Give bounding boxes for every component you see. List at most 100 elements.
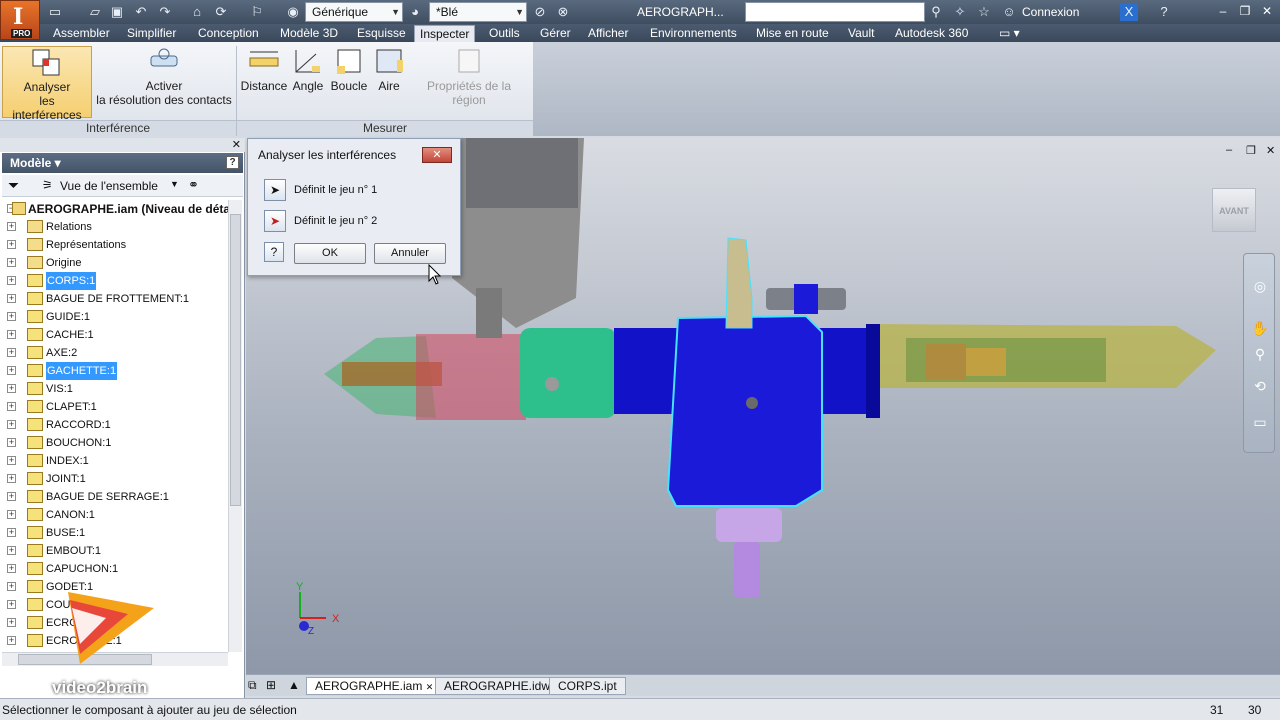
expand-icon[interactable]: + <box>7 366 16 375</box>
restore-icon[interactable]: ❐ <box>1236 3 1254 19</box>
tab-simplifier[interactable]: Simplifier <box>122 25 181 42</box>
subscription-icon[interactable]: ✧ <box>951 3 969 21</box>
expand-icon[interactable]: + <box>7 312 16 321</box>
tab-outils[interactable]: Outils <box>484 25 525 42</box>
tree-item[interactable]: + CAPUCHON:1 <box>2 560 228 578</box>
expand-icon[interactable]: + <box>7 402 16 411</box>
tree-item[interactable]: + CACHE:1 <box>2 326 228 344</box>
ribbon-display-toggle-icon[interactable]: ▭ ▾ <box>994 25 1025 42</box>
undo-icon[interactable]: ↶ <box>132 3 150 21</box>
view-mode-select[interactable]: Vue de l'ensemble <box>60 179 158 193</box>
expand-icon[interactable]: + <box>7 564 16 573</box>
close-icon[interactable]: ✕ <box>426 682 434 692</box>
tree-item[interactable]: + CORPS:1 <box>2 272 228 290</box>
expand-icon[interactable]: + <box>7 618 16 627</box>
cascade-windows-icon[interactable]: ⧉ <box>248 678 257 693</box>
steering-wheel-icon[interactable]: ◎ <box>1250 276 1270 296</box>
expand-icon[interactable]: + <box>7 546 16 555</box>
tree-item[interactable]: + CANON:1 <box>2 506 228 524</box>
angle-button[interactable]: Angle <box>290 46 326 106</box>
doc-tab-aerographe-iam[interactable]: AEROGRAPHE.iam ✕ <box>306 677 443 695</box>
expand-icon[interactable]: + <box>7 420 16 429</box>
expand-icon[interactable]: + <box>7 258 16 267</box>
select-set1-button[interactable]: ➤ <box>264 179 286 201</box>
star-icon[interactable]: ☆ <box>975 3 993 21</box>
loop-button[interactable]: Boucle <box>328 46 370 106</box>
ok-button[interactable]: OK <box>294 243 366 264</box>
gachette-housing[interactable] <box>666 314 823 507</box>
look-at-icon[interactable]: ▭ <box>1250 412 1270 432</box>
tree-item[interactable]: + VIS:1 <box>2 380 228 398</box>
restore-icon[interactable]: ❐ <box>1246 144 1256 157</box>
close-icon[interactable]: ✕ <box>1266 144 1275 157</box>
binoculars-icon[interactable]: ⚭ <box>188 177 199 193</box>
tree-item[interactable]: + CLAPET:1 <box>2 398 228 416</box>
tree-item[interactable]: + Origine <box>2 254 228 272</box>
minimize-icon[interactable]: – <box>1214 3 1232 19</box>
tree-item[interactable]: + BAGUE DE FROTTEMENT:1 <box>2 290 228 308</box>
expand-icon[interactable]: + <box>7 510 16 519</box>
expand-icon[interactable]: + <box>7 330 16 339</box>
tree-item[interactable]: + JOINT:1 <box>2 470 228 488</box>
tree-item[interactable]: + AXE:2 <box>2 344 228 362</box>
clear-appearance-icon[interactable]: ⊘ <box>531 3 549 21</box>
tab-inspecter[interactable]: Inspecter <box>414 25 476 42</box>
tree-item[interactable]: + EMBOUT:1 <box>2 542 228 560</box>
tree-item[interactable]: + INDEX:1 <box>2 452 228 470</box>
tab-esquisse[interactable]: Esquisse <box>352 25 411 42</box>
application-menu-button[interactable]: I PRO <box>0 0 40 40</box>
tree-item[interactable]: + Représentations <box>2 236 228 254</box>
expand-icon[interactable]: + <box>7 294 16 303</box>
scroll-thumb[interactable] <box>230 214 241 506</box>
minimize-icon[interactable]: – <box>1226 144 1232 156</box>
pan-icon[interactable]: ✋ <box>1250 318 1270 338</box>
doc-tab-aerographe-idw[interactable]: AEROGRAPHE.idw <box>435 677 560 695</box>
material-combo[interactable]: *Blé ▼ <box>429 2 527 22</box>
browser-vertical-scrollbar[interactable] <box>228 200 242 652</box>
style-combo[interactable]: Générique ▼ <box>305 2 403 22</box>
tree-item[interactable]: + BAGUE DE SERRAGE:1 <box>2 488 228 506</box>
expand-icon[interactable]: + <box>7 240 16 249</box>
tree-item[interactable]: + BUSE:1 <box>2 524 228 542</box>
dialog-close-button[interactable]: ✕ <box>422 147 452 163</box>
binoculars-icon[interactable]: ⚲ <box>927 3 945 21</box>
tree-item[interactable]: + GUIDE:1 <box>2 308 228 326</box>
exchange-apps-icon[interactable]: X <box>1120 3 1138 21</box>
gachette-part[interactable] <box>725 237 753 329</box>
tab-afficher[interactable]: Afficher <box>583 25 633 42</box>
analyze-interference-button[interactable]: Analyser les interférences <box>2 46 92 122</box>
activate-contact-solver-button[interactable]: Activer la résolution des contacts <box>96 46 232 118</box>
expand-icon[interactable]: + <box>7 582 16 591</box>
expand-icon[interactable]: + <box>7 384 16 393</box>
appearance-icon[interactable]: ◉ <box>284 3 302 21</box>
browser-header[interactable]: Modèle ▾ ? <box>2 153 243 173</box>
color-wheel-icon[interactable]: ◕ <box>406 3 424 21</box>
login-link[interactable]: Connexion <box>1022 5 1079 19</box>
help-icon[interactable]: ? <box>1155 3 1173 21</box>
area-button[interactable]: Aire <box>370 46 408 106</box>
tree-item[interactable]: + Relations <box>2 218 228 236</box>
tab-conception[interactable]: Conception <box>193 25 264 42</box>
orbit-icon[interactable]: ⟲ <box>1250 376 1270 396</box>
select-filter-icon[interactable]: ⚐ <box>248 3 266 21</box>
expand-icon[interactable]: + <box>7 474 16 483</box>
dialog-help-button[interactable]: ? <box>264 242 284 262</box>
expand-icon[interactable]: + <box>7 528 16 537</box>
tab-environnements[interactable]: Environnements <box>645 25 742 42</box>
tab-modele-3d[interactable]: Modèle 3D <box>275 25 343 42</box>
open-file-icon[interactable]: ▱ <box>86 3 104 21</box>
chevron-down-icon[interactable]: ▼ <box>170 179 179 189</box>
redo-icon[interactable]: ↷ <box>156 3 174 21</box>
expand-icon[interactable]: + <box>7 636 16 645</box>
guide-part[interactable] <box>520 328 616 418</box>
select-set2-button[interactable]: ➤ <box>264 210 286 232</box>
viewcube[interactable]: AVANT <box>1212 188 1256 232</box>
region-properties-button[interactable]: Propriétés de la région <box>409 46 529 107</box>
update-icon[interactable]: ⟳ <box>212 3 230 21</box>
adjust-appearance-icon[interactable]: ⊗ <box>554 3 572 21</box>
save-icon[interactable]: ▣ <box>108 3 126 21</box>
tab-mise-en-route[interactable]: Mise en route <box>751 25 834 42</box>
tree-root[interactable]: −AEROGRAPHE.iam (Niveau de détail <box>2 200 228 218</box>
cancel-button[interactable]: Annuler <box>374 243 446 264</box>
tab-autodesk-360[interactable]: Autodesk 360 <box>890 25 973 42</box>
